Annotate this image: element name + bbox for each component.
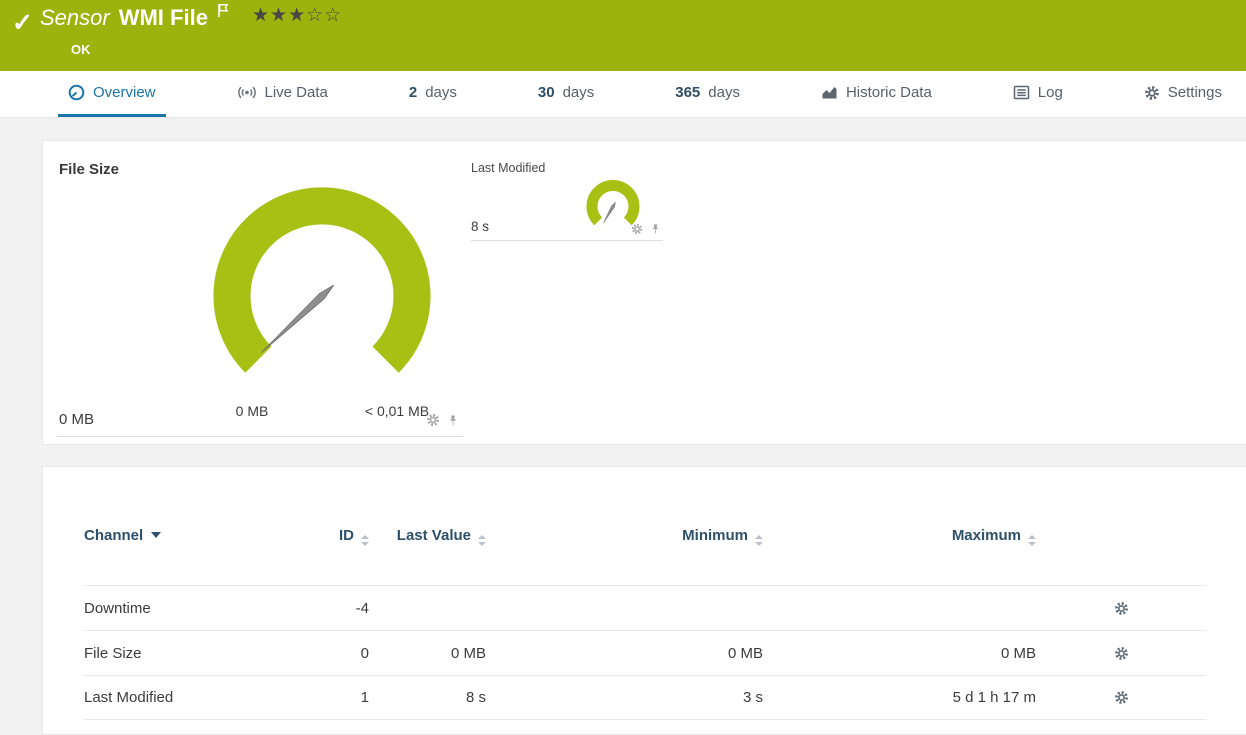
tab-settings[interactable]: Settings	[1134, 71, 1232, 117]
tab-label: days	[562, 84, 595, 101]
sort-desc-icon	[151, 532, 162, 538]
tab-label: Overview	[93, 84, 156, 101]
gauge-pin-icon[interactable]	[650, 223, 661, 235]
tab-label: Historic Data	[845, 84, 932, 101]
sensor-kicker: Sensor	[40, 5, 110, 30]
gauges-panel: File Size 0 MB < 0,01 MB 0 MB Last Modif…	[42, 140, 1246, 445]
cell-last-value: 8 s	[465, 689, 486, 706]
cell-channel: File Size	[84, 644, 142, 662]
status-check-icon: ✓	[12, 9, 33, 37]
cell-id: -4	[355, 599, 369, 617]
cell-maximum: 5 d 1 h 17 m	[952, 689, 1036, 706]
channels-table: Channel ID Last Value Minimum Maximum Do…	[84, 525, 1206, 720]
settings-gear-icon	[1144, 85, 1160, 101]
status-badge: OK	[71, 42, 91, 57]
table-row[interactable]: Downtime -4	[84, 585, 1206, 630]
sort-icon	[478, 535, 486, 546]
table-row[interactable]: Last Modified 1 8 s 3 s 5 d 1 h 17 m	[84, 675, 1206, 720]
tab-live-data[interactable]: Live Data	[227, 71, 338, 117]
table-header-row: Channel ID Last Value Minimum Maximum	[84, 525, 1206, 585]
cell-maximum: 0 MB	[1000, 644, 1036, 662]
cell-id: 1	[360, 689, 369, 706]
tab-number: 2	[408, 84, 418, 101]
sort-icon	[755, 535, 763, 546]
cell-minimum: 3 s	[742, 689, 763, 706]
cell-minimum: 0 MB	[727, 644, 763, 662]
tab-label: Log	[1037, 84, 1063, 101]
historic-data-icon	[821, 85, 838, 100]
last-modified-gauge-tile: Last Modified 8 s	[471, 161, 663, 241]
cell-last-value: 0 MB	[450, 644, 486, 662]
tab-historic-data[interactable]: Historic Data	[811, 71, 942, 117]
tab-label: Settings	[1167, 84, 1222, 101]
tab-number: 30	[537, 84, 555, 101]
gauge-title: File Size	[59, 161, 120, 178]
tab-label: Live Data	[264, 84, 328, 101]
sensor-name: WMI File	[118, 5, 208, 30]
column-header-minimum[interactable]: Minimum	[486, 525, 763, 547]
file-size-gauge	[213, 187, 431, 373]
tab-label: days	[425, 84, 457, 101]
tab-overview[interactable]: Overview	[58, 71, 166, 117]
gauge-pin-icon[interactable]	[447, 414, 459, 427]
column-header-id[interactable]: ID	[284, 525, 369, 547]
column-header-maximum[interactable]: Maximum	[763, 525, 1036, 547]
channel-settings-gear-icon[interactable]	[1114, 601, 1129, 616]
live-data-icon	[237, 85, 257, 100]
tab-number: 365	[675, 84, 701, 101]
channels-panel: Channel ID Last Value Minimum Maximum Do…	[42, 466, 1246, 735]
gauge-min-label: 0 MB	[235, 403, 269, 419]
tab-log[interactable]: Log	[1003, 71, 1073, 117]
log-icon	[1013, 85, 1030, 100]
gauge-value: 0 MB	[59, 411, 95, 428]
sensor-header: ✓ Sensor WMI File ★★★☆☆ OK	[0, 0, 1246, 71]
file-size-gauge-tile: File Size 0 MB < 0,01 MB 0 MB	[57, 153, 463, 437]
overview-gauge-icon	[68, 84, 85, 101]
cell-id: 0	[360, 644, 369, 662]
channel-settings-gear-icon[interactable]	[1114, 646, 1129, 661]
tab-2-days[interactable]: 2 days	[399, 71, 467, 117]
gauge-settings-gear-icon[interactable]	[631, 223, 643, 235]
tab-30-days[interactable]: 30 days	[528, 71, 604, 117]
gauge-value: 8 s	[471, 219, 490, 234]
gauge-title: Last Modified	[471, 161, 546, 175]
column-header-channel[interactable]: Channel	[84, 525, 284, 547]
tab-label: days	[708, 84, 740, 101]
sort-icon	[361, 535, 369, 546]
flag-icon[interactable]	[217, 0, 229, 24]
gauge-settings-gear-icon[interactable]	[426, 413, 440, 427]
priority-stars[interactable]: ★★★☆☆	[252, 4, 342, 27]
channel-settings-gear-icon[interactable]	[1114, 690, 1129, 705]
tab-bar: Overview Live Data 2 days 30 days 365 da…	[0, 71, 1246, 118]
sort-icon	[1028, 535, 1036, 546]
tab-365-days[interactable]: 365 days	[665, 71, 750, 117]
cell-channel: Last Modified	[84, 689, 174, 706]
sensor-title: Sensor WMI File	[40, 4, 229, 31]
table-row[interactable]: File Size 0 0 MB 0 MB 0 MB	[84, 630, 1206, 675]
column-header-last-value[interactable]: Last Value	[369, 525, 486, 547]
cell-channel: Downtime	[84, 599, 151, 617]
